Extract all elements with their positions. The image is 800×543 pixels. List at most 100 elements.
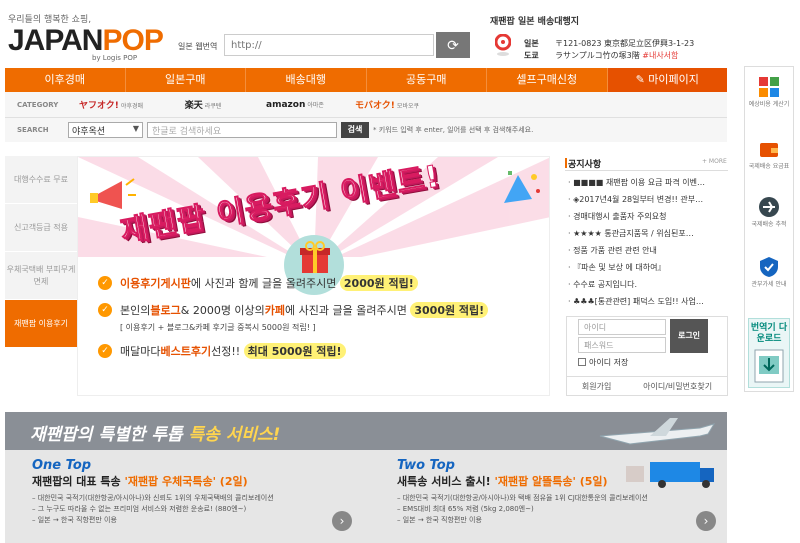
two-top-heading: 새특송 서비스 출시! '재팬팝 알뜰특송' (5일) (397, 473, 648, 489)
nav-self-buy[interactable]: 셀프구매신청 (487, 68, 608, 92)
password-field[interactable]: 패스워드 (578, 337, 666, 353)
banner-line2-text-b: & 2000명 이상의 (180, 304, 265, 317)
nav-auction[interactable]: 이후경매 (5, 68, 126, 92)
calculator-icon (758, 76, 780, 98)
nav-mypage-label: 마이페이지 (648, 73, 699, 86)
find-account-link[interactable]: 아이디/비밀번호찾기 (643, 381, 712, 392)
one-top-line: – 그 누구도 따라올 수 없는 프리미엄 서비스와 저렴한 운송료! (880… (32, 505, 247, 513)
service-title: 재팬팝의 특별한 투톱 특송 서비스! (30, 420, 280, 445)
service-title-a: 재팬팝의 특별한 투톱 (30, 425, 189, 445)
address-line-2: ラサンプルコ竹の塚3階 (555, 51, 640, 60)
quick-rate-table[interactable]: 국제배송 요금표 (744, 138, 794, 171)
logo-sub: by Logis POP (92, 54, 138, 62)
notice-item-text: 경매대행시 출품자 주의요청 (573, 212, 667, 221)
login-footer: 회원가입 아이디/비밀번호찾기 (566, 376, 728, 396)
banner-line3-text-b: 선정!! (211, 345, 241, 358)
join-link[interactable]: 회원가입 (582, 381, 611, 392)
category-rakuten[interactable]: 楽天 라쿠텐 (157, 98, 249, 111)
two-top-line: – EMS대비 최대 65% 저렴 (5kg 2,080엔~) (397, 505, 534, 513)
notice-item[interactable]: · ♣♣♣[통관관련] 패덕스 도입!! 사업… (568, 296, 704, 307)
notice-item-text: 수수료 공지입니다. (573, 280, 638, 289)
notice-item[interactable]: · 수수료 공지입니다. (568, 279, 637, 290)
tab-fee-free[interactable]: 대행수수료 무료 (5, 156, 77, 204)
tab-post-volume[interactable]: 우체국택배 부피무게면제 (5, 252, 77, 300)
notice-more-link[interactable]: + MORE (702, 158, 727, 165)
nav-mypage[interactable]: ✎ 마이페이지 (607, 68, 727, 92)
address-title: 재팬팝 일본 배송대행지 (490, 17, 580, 27)
logo-text: JAPAN (8, 24, 103, 57)
notice-item[interactable]: · 정품 가품 관련 관련 안내 (568, 245, 657, 256)
service-title-b: 특송 서비스! (188, 425, 281, 445)
chevron-down-icon: ▼ (132, 124, 139, 133)
address-highlight: #내사서함 (642, 51, 679, 60)
category-amazon[interactable]: amazon 아마존 (249, 100, 341, 110)
banner-line3-best: 베스트후기 (160, 345, 212, 358)
quick-label: 국제배송 추적 (751, 221, 787, 228)
notice-title: 공지사항 (568, 160, 602, 170)
one-top-heading: 재팬팝의 대표 특송 '재팬팝 우체국특송' (2일) (32, 473, 274, 489)
category-name: 楽天 (184, 101, 203, 111)
category-label: CATEGORY (17, 100, 59, 109)
wallet-icon (758, 138, 780, 160)
two-top-brand: Two Top (397, 458, 455, 473)
two-top-arrow-button[interactable]: › (696, 511, 716, 531)
category-mobaoku[interactable]: モバオク! 모바오쿠 (341, 98, 433, 111)
login-button[interactable]: 로그인 (670, 319, 708, 353)
one-top-block: One Top 재팬팝의 대표 특송 '재팬팝 우체국특송' (2일) – 대한… (32, 458, 274, 526)
one-top-arrow-button[interactable]: › (332, 511, 352, 531)
nav-shipping[interactable]: 배송대행 (246, 68, 367, 92)
banner-line-2: ✓ 본인의 블로그 & 2000명 이상의 카페 에 사진과 글을 올려주시면 … (98, 302, 489, 318)
notice-marker (565, 158, 567, 168)
category-name: amazon (266, 99, 306, 110)
notice-item-text: 『파손 및 보상 에 대하여』 (573, 263, 666, 272)
notice-item-text: 정품 가품 관련 관련 안내 (573, 246, 657, 255)
category-sub: 모바오쿠 (396, 103, 420, 110)
event-banner[interactable]: 재팬팝 이용후기 이벤트! ✓ 이용후기게시판 에 사진과 함께 글을 올려주시… (77, 156, 550, 396)
url-input[interactable] (224, 34, 434, 56)
banner-line2-text-c: 에 사진과 글을 올려주시면 (285, 304, 407, 317)
divider (565, 170, 728, 171)
notice-item[interactable]: · ★★★★ 통관금지품목 / 위심된포… (568, 228, 694, 239)
one-top-heading-b: '재팬팝 우체국특송' (2일) (124, 475, 248, 488)
chevron-right-icon: › (703, 514, 709, 528)
translate-button[interactable]: ⟳ (436, 32, 470, 58)
id-field[interactable]: 아이디 (578, 319, 666, 335)
quick-label: 국제배송 요금표 (748, 163, 790, 170)
url-label: 일본 웹번역 (178, 42, 218, 51)
one-top-line: – 일본 → 한국 직항편만 이용 (32, 516, 117, 524)
banner-line-3: ✓ 매달마다 베스트후기 선정!! 최대 5000원 적립! (98, 343, 346, 359)
download-icon (754, 349, 784, 383)
nav-japan-buy[interactable]: 일본구매 (126, 68, 246, 92)
nav-group-buy[interactable]: 공동구매 (367, 68, 487, 92)
refresh-icon: ⟳ (447, 36, 459, 53)
search-button[interactable]: 검색 (341, 122, 369, 138)
location-pin-icon (495, 34, 511, 56)
address-line-1: 〒121-0823 東京都足立区伊興3-1-23 (555, 39, 695, 48)
search-site-select[interactable]: 야후옥션 ▼ (68, 122, 143, 138)
notice-item[interactable]: · ◈2017년4월 28일부터 변경!! 관부… (568, 194, 703, 205)
tab-grade[interactable]: 신고객등급 적용 (5, 204, 77, 252)
quick-calculator[interactable]: 예상비용 계산기 (744, 76, 794, 109)
notice-item[interactable]: · ■■■■ 재팬팝 이용 요금 파격 이벤… (568, 177, 705, 188)
banner-line2-text-a: 본인의 (120, 304, 151, 317)
banner-line1-highlight: 2000원 적립! (339, 275, 418, 291)
notice-item[interactable]: · 『파손 및 보상 에 대하여』 (568, 262, 666, 273)
save-id-checkbox[interactable]: 아이디 저장 (578, 357, 628, 368)
category-yahoo[interactable]: ヤフオク! 야후경매 (65, 98, 157, 111)
notice-item-text: ◈2017년4월 28일부터 변경!! 관부… (573, 195, 704, 204)
category-sub: 라쿠텐 (204, 103, 222, 110)
address-key-1: 일본 (524, 39, 539, 48)
logo[interactable]: JAPANPOP (8, 24, 164, 58)
notice-item[interactable]: · 경매대행시 출품자 주의요청 (568, 211, 667, 222)
search-input[interactable]: 한글로 검색하세요 (147, 122, 337, 138)
main-nav: 이후경매 일본구매 배송대행 공동구매 셀프구매신청 ✎ 마이페이지 (5, 68, 727, 92)
search-select-value: 야후옥션 (72, 127, 106, 137)
tab-review[interactable]: 재팬팝 이용후기 (5, 300, 77, 348)
one-top-brand: One Top (32, 458, 92, 473)
edit-icon: ✎ (635, 73, 649, 86)
quick-tracking[interactable]: 국제배송 추적 (744, 196, 794, 229)
two-top-line: – 대한민국 국적기(대한항공/아시아나)와 택배 점유율 1위 CJ대한통운의… (397, 494, 648, 502)
notice-item-text: ♣♣♣[통관관련] 패덕스 도입!! 사업… (573, 297, 704, 306)
quick-customs[interactable]: 관부가세 안내 (744, 256, 794, 289)
logo-accent: POP (102, 24, 163, 57)
